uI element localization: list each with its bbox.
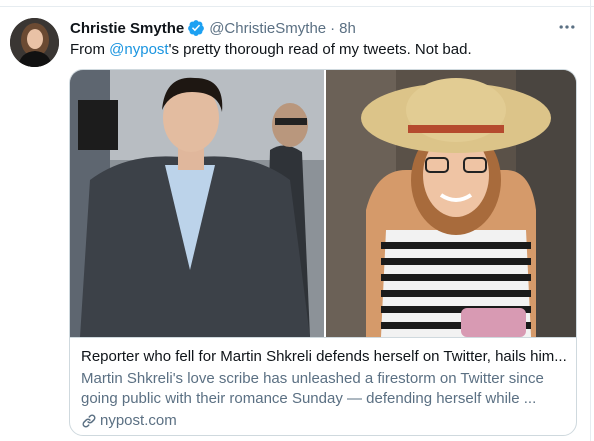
- card-images: [70, 70, 576, 337]
- tweet-text: From @nypost's pretty thorough read of m…: [70, 41, 472, 58]
- divider: [0, 6, 594, 7]
- card-description-line: Martin Shkreli's love scribe has unleash…: [81, 370, 544, 387]
- card-title: Reporter who fell for Martin Shkreli def…: [81, 348, 567, 365]
- card-description-line: going public with their romance Sunday —…: [81, 390, 537, 407]
- card-divider: [70, 337, 576, 338]
- card-domain: nypost.com: [81, 411, 569, 431]
- more-options-icon[interactable]: [554, 14, 580, 40]
- tweet-text-start: From: [70, 41, 110, 58]
- author-name[interactable]: Christie Smythe: [70, 20, 184, 37]
- card-domain-text: nypost.com: [100, 412, 177, 429]
- divider: [590, 0, 591, 441]
- card-description: Martin Shkreli's love scribe has unleash…: [81, 369, 569, 409]
- link-icon: [81, 413, 97, 429]
- mention-link[interactable]: @nypost: [109, 41, 168, 58]
- card-image-left: [70, 70, 324, 337]
- separator-dot: ·: [330, 19, 336, 37]
- tweet-text-end: 's pretty thorough read of my tweets. No…: [168, 41, 472, 58]
- avatar[interactable]: [10, 18, 59, 67]
- tweet-header: Christie Smythe @ChristieSmythe · 8h: [70, 17, 356, 39]
- author-handle[interactable]: @ChristieSmythe: [209, 20, 326, 37]
- card-image-right: [324, 70, 576, 337]
- tweet[interactable]: Christie Smythe @ChristieSmythe · 8h Fro…: [0, 0, 594, 441]
- tweet-timestamp[interactable]: 8h: [339, 20, 356, 37]
- card-text: Reporter who fell for Martin Shkreli def…: [81, 347, 569, 431]
- verified-badge-icon: [187, 19, 205, 37]
- link-preview-card[interactable]: Reporter who fell for Martin Shkreli def…: [69, 69, 577, 436]
